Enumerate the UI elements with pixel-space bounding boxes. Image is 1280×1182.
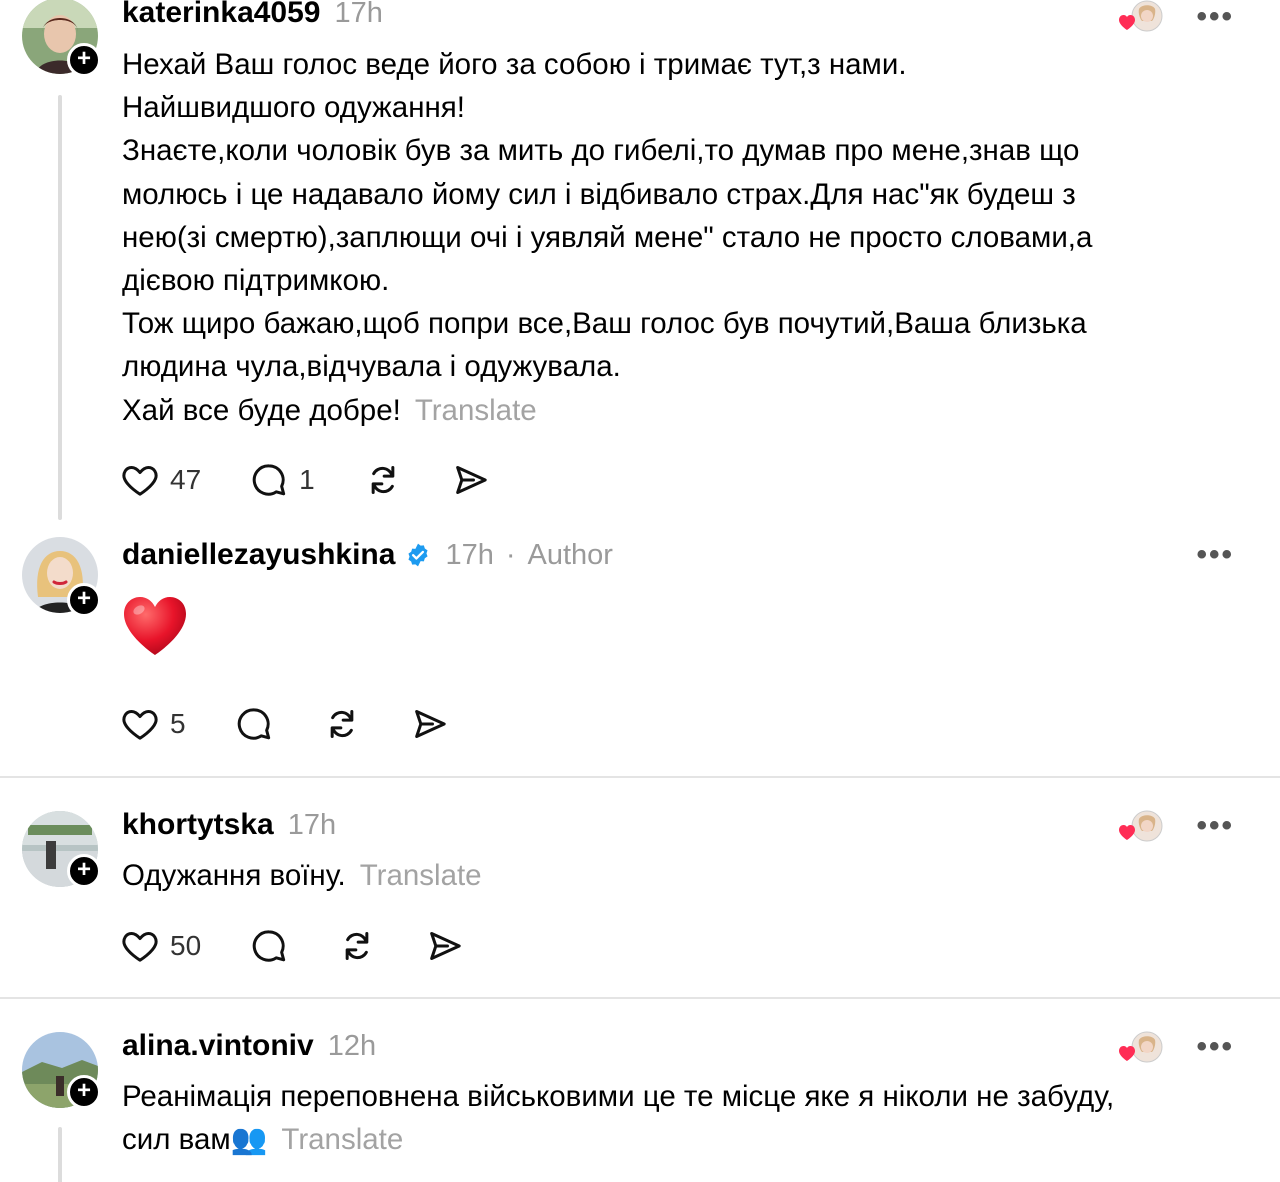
text-line: Хай все буде добре! xyxy=(122,393,401,427)
heart-icon xyxy=(120,704,160,744)
timestamp[interactable]: 12h xyxy=(328,1030,376,1063)
reply-count: 1 xyxy=(299,464,315,495)
repost-button[interactable] xyxy=(322,704,362,744)
post-text: Нехай Ваш голос веде його за собою і три… xyxy=(122,43,1212,432)
action-bar: 47 1 xyxy=(120,459,539,501)
username[interactable]: alina.vintoniv xyxy=(122,1029,314,1063)
post-alina-vintoniv: + alina.vintoniv 12h ••• Реанімація пере… xyxy=(0,1029,1280,1182)
heart-icon xyxy=(120,926,160,966)
text-content: Одужання воїну. xyxy=(122,859,346,892)
post-daniellezayushkina: + daniellezayushkina 17h · Author ••• 5 xyxy=(0,537,1280,777)
like-count: 47 xyxy=(170,464,202,495)
follow-plus-icon[interactable]: + xyxy=(67,583,101,617)
translate-link[interactable]: Translate xyxy=(281,1123,403,1156)
text-line: Знаєте,коли чоловік був за мить до гибел… xyxy=(122,134,1080,168)
post-khortytska: + khortytska 17h ••• Одужання воїну. Tran… xyxy=(0,808,1280,998)
text-line: Реанімація переповнена військовими це те… xyxy=(122,1080,1115,1113)
divider xyxy=(0,776,1280,778)
post-header: alina.vintoniv 12h xyxy=(122,1029,376,1063)
repost-icon xyxy=(363,460,403,500)
action-bar: 5 xyxy=(120,703,498,745)
like-button[interactable]: 50 xyxy=(120,926,201,966)
timestamp[interactable]: 17h xyxy=(335,0,383,30)
translate-link[interactable]: Translate xyxy=(360,859,482,892)
comment-icon xyxy=(249,926,289,966)
share-button[interactable] xyxy=(410,704,450,744)
share-button[interactable] xyxy=(425,926,465,966)
post-header: khortytska 17h xyxy=(122,808,336,842)
timestamp[interactable]: 17h xyxy=(445,539,493,572)
text-line: дієвою підтримкою. xyxy=(122,264,390,298)
liked-by-author-icon xyxy=(1117,810,1165,844)
like-button[interactable]: 5 xyxy=(120,704,186,744)
text-line: нею(зі смертю),заплющи очі і уявляй мене… xyxy=(122,220,1093,254)
heart-emoji xyxy=(124,597,186,655)
post-header: katerinka4059 17h xyxy=(122,0,383,30)
like-count: 50 xyxy=(170,930,202,961)
share-button[interactable] xyxy=(451,460,491,500)
like-count: 5 xyxy=(170,708,186,739)
reply-button[interactable] xyxy=(249,926,289,966)
text-line: Одужання воїну. Translate xyxy=(122,854,1212,897)
text-line-last: сил вам👥 Translate xyxy=(122,1118,1212,1161)
follow-plus-icon[interactable]: + xyxy=(67,1075,101,1109)
post-text: Реанімація переповнена військовими це те… xyxy=(122,1075,1212,1161)
repost-icon xyxy=(337,926,377,966)
text-line: Нехай Ваш голос веде його за собою і три… xyxy=(122,48,907,81)
translate-link[interactable]: Translate xyxy=(415,394,537,427)
repost-button[interactable] xyxy=(363,460,403,500)
heart-icon xyxy=(120,460,160,500)
text-line: молюсь і це надавало йому сил і відбивал… xyxy=(122,177,1076,211)
comment-icon xyxy=(249,460,289,500)
divider xyxy=(0,997,1280,999)
like-button[interactable]: 47 xyxy=(120,460,201,500)
reply-button[interactable] xyxy=(234,704,274,744)
follow-plus-icon[interactable]: + xyxy=(67,854,101,888)
thread-line xyxy=(58,1127,62,1182)
more-options-icon[interactable]: ••• xyxy=(1196,0,1234,34)
liked-by-author-icon xyxy=(1117,0,1165,34)
more-options-icon[interactable]: ••• xyxy=(1196,809,1234,843)
reply-button[interactable]: 1 xyxy=(249,460,315,500)
text-line: Тож щиро бажаю,щоб попри все,Ваш голос б… xyxy=(122,307,1087,341)
more-options-icon[interactable]: ••• xyxy=(1196,1030,1234,1064)
separator-dot: · xyxy=(505,539,516,571)
repost-button[interactable] xyxy=(337,926,377,966)
username[interactable]: khortytska xyxy=(122,808,274,842)
comment-icon xyxy=(234,704,274,744)
text-line-last: Хай все буде добре! Translate xyxy=(122,389,1212,432)
action-bar: 50 xyxy=(120,925,513,967)
more-options-icon[interactable]: ••• xyxy=(1196,538,1234,572)
follow-plus-icon[interactable]: + xyxy=(67,43,101,77)
post-katerinka4059: + katerinka4059 17h ••• Нехай Ваш голос … xyxy=(0,0,1280,520)
repost-icon xyxy=(322,704,362,744)
post-text: Одужання воїну. Translate xyxy=(122,854,1212,897)
username[interactable]: katerinka4059 xyxy=(122,0,321,30)
text-line: сил вам👥 xyxy=(122,1123,268,1157)
thread-line xyxy=(58,95,62,520)
send-icon xyxy=(425,926,465,966)
timestamp[interactable]: 17h xyxy=(288,809,336,842)
post-header: daniellezayushkina 17h · Author xyxy=(122,538,613,572)
text-line: Найшвидшого одужання! xyxy=(122,91,465,125)
author-label: Author xyxy=(527,539,613,571)
send-icon xyxy=(410,704,450,744)
send-icon xyxy=(451,460,491,500)
liked-by-author-icon xyxy=(1117,1031,1165,1065)
text-line: людина чула,відчувала і одужувала. xyxy=(122,350,621,384)
verified-badge-icon xyxy=(408,543,428,567)
username[interactable]: daniellezayushkina xyxy=(122,538,395,572)
